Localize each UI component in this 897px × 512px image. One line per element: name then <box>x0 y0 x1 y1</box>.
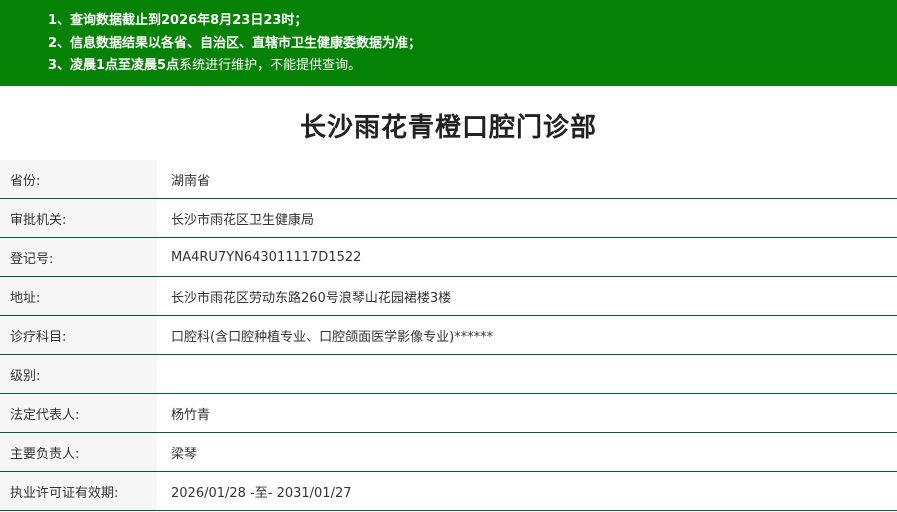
notice-line-1: 1、查询数据截止到2026年8月23日23时； <box>48 10 897 33</box>
row-label: 级别: <box>0 354 157 394</box>
table-row-province: 省份: 湖南省 <box>0 160 897 199</box>
notice-number: 2、 <box>48 35 71 51</box>
row-label: 法定代表人: <box>0 393 157 433</box>
row-value: 梁琴 <box>157 432 897 472</box>
table-row-medical-subjects: 诊疗科目: 口腔科(含口腔种植专业、口腔颌面医学影像专业)****** <box>0 315 897 355</box>
row-value: 口腔科(含口腔种植专业、口腔颌面医学影像专业)****** <box>157 315 897 355</box>
row-label: 登记号: <box>0 237 157 277</box>
row-value: 长沙市雨花区卫生健康局 <box>157 198 897 238</box>
info-table: 省份: 湖南省 审批机关: 长沙市雨花区卫生健康局 登记号: MA4RU7YN6… <box>0 160 897 511</box>
table-row-registration-number: 登记号: MA4RU7YN643011117D1522 <box>0 237 897 277</box>
row-value: MA4RU7YN643011117D1522 <box>157 237 897 277</box>
row-label: 执业许可证有效期: <box>0 471 157 511</box>
notice-line-2: 2、信息数据结果以各省、自治区、直辖市卫生健康委数据为准； <box>48 33 897 56</box>
row-value: 长沙市雨花区劳动东路260号浪琴山花园裙楼3楼 <box>157 276 897 316</box>
notice-number: 3、 <box>48 58 71 73</box>
row-label: 地址: <box>0 276 157 316</box>
notice-number: 1、 <box>48 13 71 28</box>
table-row-legal-representative: 法定代表人: 杨竹青 <box>0 393 897 433</box>
row-value: 杨竹青 <box>157 393 897 433</box>
notice-text: 查询数据截止到2026年8月23日23时； <box>70 13 308 28</box>
row-label: 审批机关: <box>0 198 157 238</box>
notice-line-3: 3、凌晨1点至凌晨5点系统进行维护，不能提供查询。 <box>48 55 897 78</box>
table-row-license-validity: 执业许可证有效期: 2026/01/28 -至- 2031/01/27 <box>0 471 897 511</box>
notice-text: 系统进行维护，不能提供查询。 <box>179 58 362 73</box>
table-row-address: 地址: 长沙市雨花区劳动东路260号浪琴山花园裙楼3楼 <box>0 276 897 316</box>
table-row-principal: 主要负责人: 梁琴 <box>0 432 897 472</box>
row-value <box>157 354 897 394</box>
row-label: 省份: <box>0 160 157 199</box>
row-value: 2026/01/28 -至- 2031/01/27 <box>157 471 897 511</box>
table-row-level: 级别: <box>0 354 897 394</box>
row-label: 诊疗科目: <box>0 315 157 355</box>
notice-text: 信息数据结果以各省、自治区、直辖市卫生健康委数据为准； <box>70 35 422 51</box>
notice-text-bold: 凌晨1点至凌晨5点 <box>70 58 180 73</box>
row-label: 主要负责人: <box>0 432 157 472</box>
notice-banner: 1、查询数据截止到2026年8月23日23时； 2、信息数据结果以各省、自治区、… <box>0 0 897 86</box>
row-value: 湖南省 <box>157 160 897 199</box>
table-row-approval-authority: 审批机关: 长沙市雨花区卫生健康局 <box>0 198 897 238</box>
page-title: 长沙雨花青橙口腔门诊部 <box>299 113 597 143</box>
